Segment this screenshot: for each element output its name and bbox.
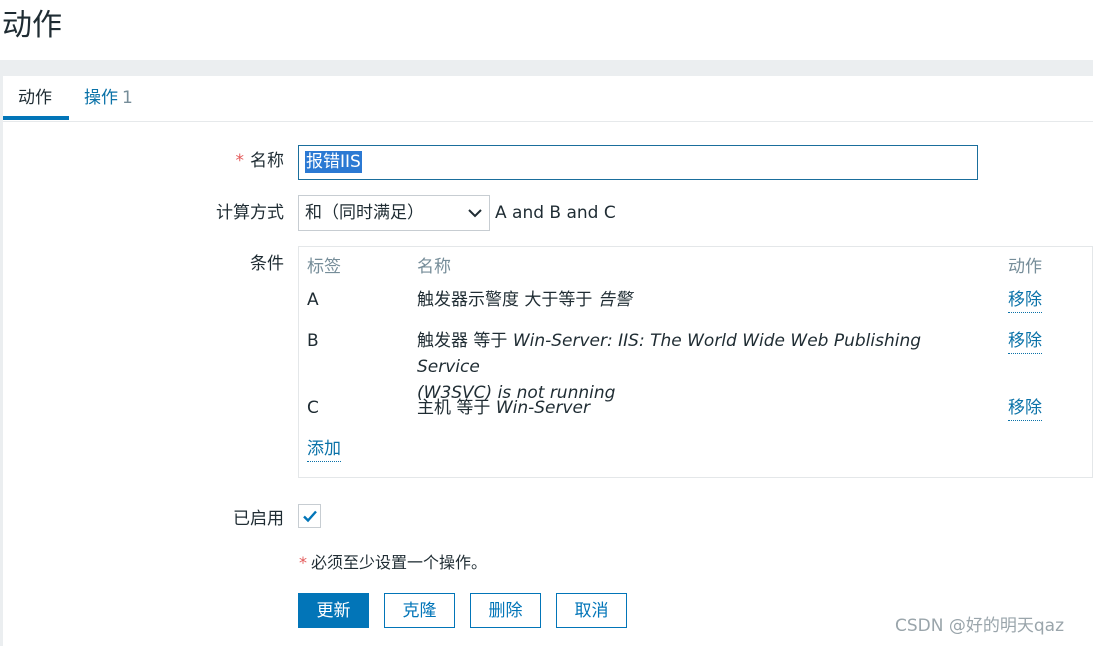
enabled-checkbox[interactable] bbox=[298, 504, 321, 528]
chevron-down-icon bbox=[468, 209, 482, 218]
condition-tag: B bbox=[307, 331, 319, 351]
condition-text: 主机 等于 Win-Server bbox=[417, 395, 987, 421]
remove-condition-link[interactable]: 移除 bbox=[1008, 329, 1042, 354]
checkmark-icon bbox=[303, 510, 317, 523]
required-mark: * bbox=[299, 553, 307, 572]
header-name: 名称 bbox=[417, 257, 451, 277]
condition-tag: A bbox=[307, 290, 319, 310]
condition-value: 告警 bbox=[597, 290, 632, 310]
condition-value: Win-Server bbox=[495, 398, 591, 418]
enabled-label: 已启用 bbox=[233, 509, 284, 529]
conditions-table: 标签 名称 动作 A 触发器示警度 大于等于 告警 移除 B 触发器 等于 Wi… bbox=[298, 246, 1093, 478]
calc-type-selected: 和（同时满足） bbox=[305, 203, 424, 223]
name-label-text: 名称 bbox=[250, 151, 284, 171]
name-input[interactable]: 报错IIS bbox=[298, 145, 978, 180]
tab-bar: 动作 操作 1 bbox=[3, 76, 1093, 122]
calc-formula: A and B and C bbox=[495, 203, 616, 223]
tab-operations[interactable]: 操作 1 bbox=[84, 86, 133, 122]
conditions-label: 条件 bbox=[250, 254, 284, 274]
tab-action-label: 动作 bbox=[18, 88, 52, 108]
condition-text: 触发器示警度 大于等于 告警 bbox=[417, 287, 987, 313]
name-label: * 名称 bbox=[220, 149, 285, 173]
clone-button[interactable]: 克隆 bbox=[384, 593, 455, 628]
tab-operations-label: 操作 bbox=[84, 88, 118, 108]
condition-prefix: 触发器示警度 大于等于 bbox=[417, 290, 598, 310]
page-title: 动作 bbox=[2, 8, 62, 43]
hint-text: 必须至少设置一个操作。 bbox=[311, 553, 488, 572]
condition-tag: C bbox=[307, 398, 319, 418]
cancel-button[interactable]: 取消 bbox=[556, 593, 627, 628]
tab-operations-count: 1 bbox=[122, 88, 133, 108]
required-mark: * bbox=[235, 151, 245, 171]
condition-prefix: 主机 等于 bbox=[417, 398, 496, 418]
header-action: 动作 bbox=[1008, 257, 1042, 277]
delete-button[interactable]: 删除 bbox=[470, 593, 541, 628]
name-input-value: 报错IIS bbox=[305, 151, 362, 173]
remove-condition-link[interactable]: 移除 bbox=[1008, 396, 1042, 421]
calc-type-select[interactable]: 和（同时满足） bbox=[298, 195, 490, 231]
page-header: 动作 bbox=[0, 0, 1093, 60]
remove-condition-link[interactable]: 移除 bbox=[1008, 288, 1042, 313]
watermark: CSDN @好的明天qaz bbox=[895, 616, 1065, 636]
add-condition-link[interactable]: 添加 bbox=[307, 437, 341, 462]
operations-hint: * 必须至少设置一个操作。 bbox=[299, 551, 487, 575]
calc-label: 计算方式 bbox=[216, 203, 284, 223]
condition-prefix: 触发器 等于 bbox=[417, 331, 513, 351]
header-tag: 标签 bbox=[307, 257, 341, 277]
active-tab-indicator bbox=[3, 116, 69, 120]
update-button[interactable]: 更新 bbox=[298, 593, 369, 628]
